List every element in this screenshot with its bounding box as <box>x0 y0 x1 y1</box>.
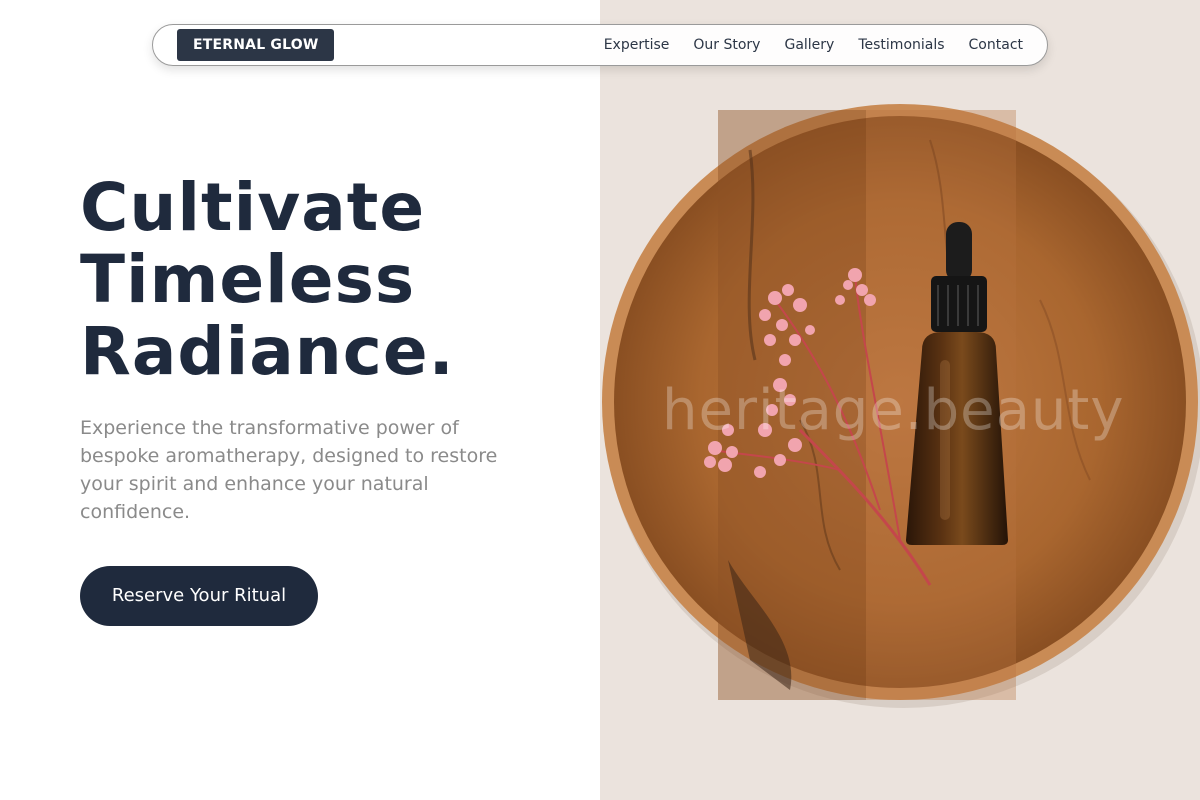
top-navigation: ETERNAL GLOW Expertise Our Story Gallery… <box>152 24 1048 66</box>
nav-links: Expertise Our Story Gallery Testimonials… <box>604 37 1023 53</box>
product-photo <box>600 0 1200 800</box>
nav-link-our-story[interactable]: Our Story <box>693 37 760 53</box>
hero-title-line: Timeless <box>80 241 416 318</box>
hero-title-line: Radiance. <box>80 313 455 390</box>
reserve-ritual-button[interactable]: Reserve Your Ritual <box>80 566 318 626</box>
hero-subtitle: Experience the transformative power of b… <box>80 417 498 523</box>
nav-link-contact[interactable]: Contact <box>969 37 1023 53</box>
nav-link-testimonials[interactable]: Testimonials <box>858 37 944 53</box>
brand-logo[interactable]: ETERNAL GLOW <box>177 29 335 61</box>
hero-image <box>600 0 1200 800</box>
hero-title-line: Cultivate <box>80 169 426 246</box>
nav-link-expertise[interactable]: Expertise <box>604 37 670 53</box>
nav-link-gallery[interactable]: Gallery <box>784 37 834 53</box>
hero-title: Cultivate Timeless Radiance. <box>80 172 580 388</box>
